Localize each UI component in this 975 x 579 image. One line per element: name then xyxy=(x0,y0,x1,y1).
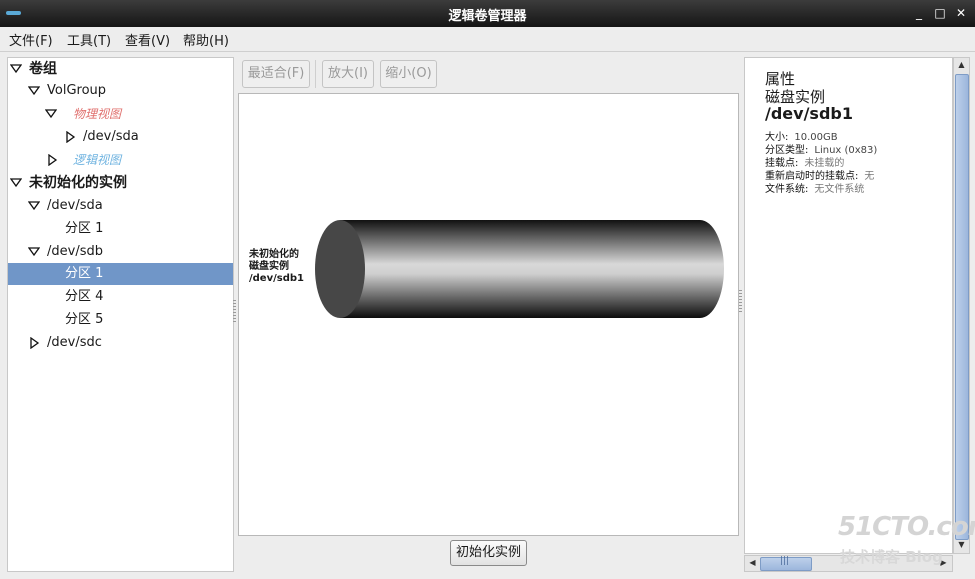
right-pane-splitter[interactable] xyxy=(739,290,742,314)
tree-item-label: 分区 5 xyxy=(65,312,104,327)
expanded-icon[interactable] xyxy=(10,178,22,188)
scroll-up-icon[interactable]: ▲ xyxy=(954,60,969,69)
expanded-icon[interactable] xyxy=(28,247,40,257)
tree-item-label: 卷组 xyxy=(29,61,57,77)
tree-item-sdb-part5[interactable]: 分区 5 xyxy=(8,309,233,331)
menu-view[interactable]: 查看(V) xyxy=(123,30,172,49)
disk-label: 未初始化的 磁盘实例 /dev/sdb1 xyxy=(249,249,304,285)
volume-tree: 卷组 VolGroup 物理视图 /dev/sda 逻辑视图 未初始化的实例 /… xyxy=(7,57,234,572)
disk-label-line3: /dev/sdb1 xyxy=(249,273,304,284)
tree-item-dev-sdc[interactable]: /dev/sdc xyxy=(8,332,233,354)
disk-label-line1: 未初始化的 xyxy=(249,249,299,260)
tree-item-label: /dev/sda xyxy=(47,198,103,213)
tree-item-label: 物理视图 xyxy=(73,107,122,121)
collapsed-icon[interactable] xyxy=(48,154,58,166)
menu-tools[interactable]: 工具(T) xyxy=(65,30,113,49)
prop-value: 无文件系统 xyxy=(814,184,865,195)
watermark-logo: 51CTO.com xyxy=(838,512,975,542)
collapsed-icon[interactable] xyxy=(30,337,40,349)
disk-cylinder[interactable] xyxy=(314,218,729,320)
tree-item-volume-groups[interactable]: 卷组 xyxy=(8,58,233,80)
best-fit-button[interactable]: 最适合(F) xyxy=(242,60,310,88)
expanded-icon[interactable] xyxy=(28,86,40,96)
tree-item-dev-sdb[interactable]: /dev/sdb xyxy=(8,241,233,263)
tree-item-label: 分区 1 xyxy=(65,221,104,236)
disk-canvas: 未初始化的 磁盘实例 /dev/sdb1 xyxy=(238,93,739,536)
properties-vertical-scrollbar[interactable]: ▲ ▼ xyxy=(953,57,970,554)
menu-file[interactable]: 文件(F) xyxy=(7,30,55,49)
left-pane-splitter[interactable] xyxy=(233,300,236,324)
tree-item-label: /dev/sdb xyxy=(47,244,103,259)
tree-item-sda-part1[interactable]: 分区 1 xyxy=(8,218,233,240)
tree-item-physical-view[interactable]: 物理视图 xyxy=(8,103,233,125)
window-title: 逻辑卷管理器 xyxy=(448,9,527,24)
expanded-icon[interactable] xyxy=(45,109,57,119)
maximize-button[interactable]: □ xyxy=(932,5,948,21)
scroll-left-icon[interactable]: ◀ xyxy=(745,558,760,567)
grip-icon: ||| xyxy=(780,556,790,566)
tree-item-label: 未初始化的实例 xyxy=(29,175,127,191)
toolbar-separator xyxy=(315,60,316,88)
close-button[interactable]: ✕ xyxy=(953,5,969,21)
collapsed-icon[interactable] xyxy=(66,131,76,143)
prop-key: 文件系统: xyxy=(765,184,809,195)
tree-item-label: 逻辑视图 xyxy=(73,153,122,167)
tree-item-uninitialized[interactable]: 未初始化的实例 xyxy=(8,172,233,194)
tree-item-dev-sda[interactable]: /dev/sda xyxy=(8,195,233,217)
disk-label-line2: 磁盘实例 xyxy=(249,261,289,272)
watermark-subtitle: 技术博客 Blog xyxy=(840,548,943,566)
menu-bar: 文件(F) 工具(T) 查看(V) 帮助(H) xyxy=(0,27,975,52)
tree-item-volgroup[interactable]: VolGroup xyxy=(8,80,233,102)
zoom-out-button[interactable]: 缩小(O) xyxy=(380,60,437,88)
scrollbar-thumb[interactable]: ||| xyxy=(760,556,812,571)
tree-item-sdb-part4[interactable]: 分区 4 xyxy=(8,286,233,308)
tree-item-logical-view[interactable]: 逻辑视图 xyxy=(8,149,233,171)
scrollbar-thumb[interactable] xyxy=(955,74,969,540)
tree-item-label: /dev/sdc xyxy=(47,335,102,350)
zoom-in-button[interactable]: 放大(I) xyxy=(322,60,374,88)
title-bar: 逻辑卷管理器 _ □ ✕ xyxy=(0,0,975,27)
tree-item-label: 分区 1 xyxy=(65,266,104,281)
properties-panel: 属性 磁盘实例 /dev/sdb1 大小: 10.00GB 分区类型: Linux … xyxy=(744,57,953,554)
initialize-entity-button[interactable]: 初始化实例 xyxy=(450,540,527,566)
tree-item-label: 分区 4 xyxy=(65,289,104,304)
expanded-icon[interactable] xyxy=(10,64,22,74)
tree-item-label: VolGroup xyxy=(47,83,107,98)
properties-device: /dev/sdb1 xyxy=(765,104,853,123)
tree-item-pv-sda[interactable]: /dev/sda xyxy=(8,126,233,148)
tree-item-sdb-part1[interactable]: 分区 1 xyxy=(8,263,233,285)
prop-value: 无 xyxy=(864,171,875,182)
tree-item-label: /dev/sda xyxy=(83,129,139,144)
expanded-icon[interactable] xyxy=(28,201,40,211)
menu-help[interactable]: 帮助(H) xyxy=(181,30,231,49)
minimize-button[interactable]: _ xyxy=(911,5,927,21)
prop-filesystem: 文件系统: 无文件系统 xyxy=(765,180,864,195)
